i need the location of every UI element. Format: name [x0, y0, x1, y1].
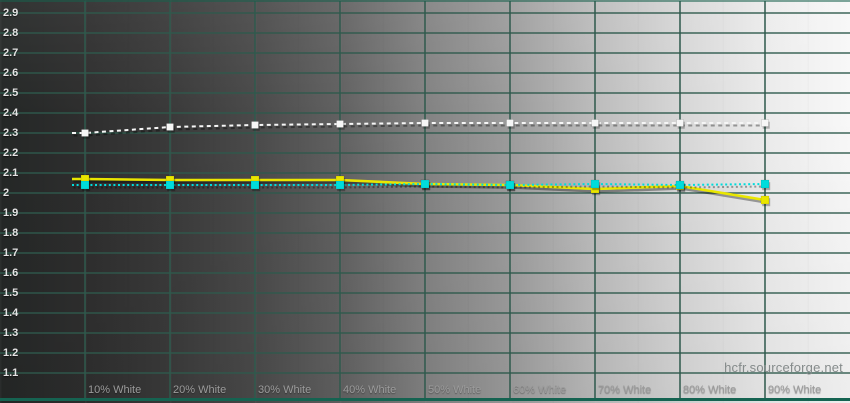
marker-average-gamma	[251, 181, 259, 189]
y-tick-label: 2.2	[3, 146, 33, 160]
x-tick-label: 40% White	[343, 384, 396, 397]
watermark-text: hcfr.sourceforge.net	[724, 360, 843, 375]
marker-reference-gamma	[422, 120, 429, 127]
marker-average-gamma	[591, 180, 599, 188]
marker-average-gamma	[336, 181, 344, 189]
y-tick-label: 2.1	[3, 166, 33, 180]
chart-canvas	[0, 0, 850, 403]
y-tick-label: 1.1	[3, 366, 33, 380]
x-tick-label: 70% White	[598, 384, 651, 397]
y-tick-label: 2.7	[3, 46, 33, 60]
y-tick-label: 1.9	[3, 206, 33, 220]
y-tick-label: 1.5	[3, 286, 33, 300]
marker-average-gamma	[421, 180, 429, 188]
chart-top-border	[0, 0, 850, 2]
y-tick-label: 1.2	[3, 346, 33, 360]
marker-reference-gamma	[252, 122, 259, 129]
series-line-average-gamma	[72, 184, 765, 185]
marker-reference-gamma	[592, 120, 599, 127]
marker-reference-gamma	[82, 130, 89, 137]
y-tick-label: 2.9	[3, 6, 33, 20]
x-tick-label: 90% White	[768, 384, 821, 397]
y-tick-label: 1.6	[3, 266, 33, 280]
y-tick-label: 2.5	[3, 86, 33, 100]
marker-measured-gamma	[761, 196, 769, 204]
marker-reference-gamma	[677, 120, 684, 127]
marker-average-gamma	[676, 181, 684, 189]
y-tick-label: 1.4	[3, 306, 33, 320]
y-tick-label: 2.4	[3, 106, 33, 120]
y-tick-label: 1.8	[3, 226, 33, 240]
y-tick-label: 1.3	[3, 326, 33, 340]
chart-bottom-border	[0, 398, 850, 401]
x-tick-label: 50% White	[428, 384, 481, 397]
marker-reference-gamma	[167, 124, 174, 131]
marker-average-gamma	[761, 180, 769, 188]
marker-average-gamma	[166, 181, 174, 189]
marker-reference-gamma	[337, 121, 344, 128]
x-tick-label: 80% White	[683, 384, 736, 397]
x-tick-label: 20% White	[173, 384, 226, 397]
series-line-average-gamma	[74, 187, 767, 188]
y-tick-label: 1.7	[3, 246, 33, 260]
x-tick-label: 60% White	[513, 384, 566, 397]
gamma-tracking-chart: 2.9 2.8 2.7 2.6 2.5 2.4 2.3 2.2 2.1 2 1.9 1.8 1.7 1.6…	[0, 0, 850, 403]
y-tick-label: 2	[3, 186, 33, 200]
marker-reference-gamma	[762, 120, 769, 127]
y-tick-label: 2.3	[3, 126, 33, 140]
marker-average-gamma	[81, 181, 89, 189]
marker-reference-gamma	[507, 120, 514, 127]
y-tick-label: 2.8	[3, 26, 33, 40]
x-tick-label: 30% White	[258, 384, 311, 397]
y-tick-label: 2.6	[3, 66, 33, 80]
marker-average-gamma	[506, 181, 514, 189]
x-tick-label: 10% White	[88, 384, 141, 397]
